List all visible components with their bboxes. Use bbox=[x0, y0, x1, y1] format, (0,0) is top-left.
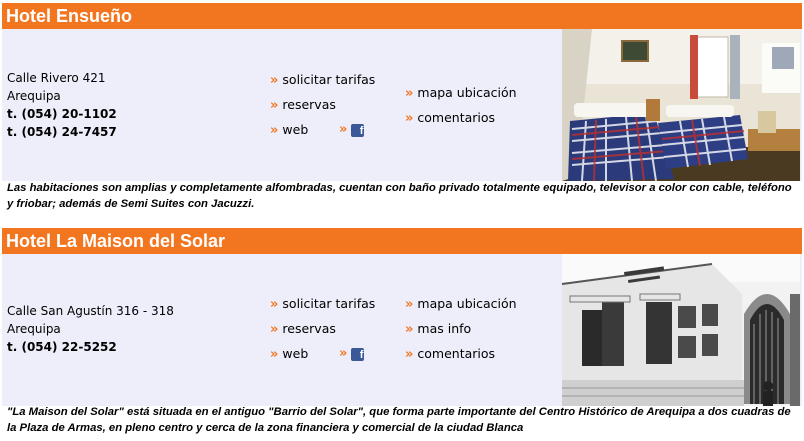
link-label: solicitar tarifas bbox=[282, 296, 376, 311]
facebook-icon: f bbox=[351, 124, 365, 137]
link-reservas[interactable]: » reservas bbox=[270, 97, 336, 113]
arrow-icon: » bbox=[270, 322, 279, 337]
arrow-icon: » bbox=[270, 123, 279, 138]
link-label: comentarios bbox=[417, 346, 496, 361]
link-label: reservas bbox=[282, 97, 336, 112]
link-web[interactable]: » web bbox=[270, 122, 308, 138]
hotel-room-photo bbox=[562, 29, 800, 181]
facebook-link[interactable]: » f bbox=[339, 345, 365, 361]
arrow-icon: » bbox=[405, 347, 414, 362]
hotel-listing-ensueno: Hotel Ensueño Calle Rivero 421 Arequipa … bbox=[0, 3, 804, 213]
arrow-icon: » bbox=[405, 322, 414, 337]
hotel-address: Calle Rivero 421 Arequipa t. (054) 20-11… bbox=[7, 69, 117, 141]
phone-1: t. (054) 22-5252 bbox=[7, 340, 117, 354]
hotel-listing-maison-del-solar: Hotel La Maison del Solar Calle San Agus… bbox=[0, 228, 804, 438]
link-mapa-ubicacion[interactable]: » mapa ubicación bbox=[405, 85, 517, 101]
hotel-title: Hotel Ensueño bbox=[2, 3, 802, 29]
link-reservas[interactable]: » reservas bbox=[270, 321, 336, 337]
phone-2: t. (054) 24-7457 bbox=[7, 125, 117, 139]
link-label: solicitar tarifas bbox=[282, 72, 376, 87]
link-solicitar-tarifas[interactable]: » solicitar tarifas bbox=[270, 72, 375, 88]
link-label: web bbox=[282, 122, 309, 137]
address-city: Arequipa bbox=[7, 322, 61, 336]
link-mas-info[interactable]: » mas info bbox=[405, 321, 471, 337]
link-label: mapa ubicación bbox=[417, 296, 517, 311]
hotel-address: Calle San Agustín 316 - 318 Arequipa t. … bbox=[7, 302, 174, 356]
hotel-description: Las habitaciones son amplias y completam… bbox=[7, 182, 792, 210]
link-label: reservas bbox=[282, 321, 336, 336]
facebook-icon: f bbox=[351, 348, 365, 361]
hotel-card: Calle Rivero 421 Arequipa t. (054) 20-11… bbox=[2, 29, 802, 181]
arrow-icon: » bbox=[270, 347, 279, 362]
hotel-title: Hotel La Maison del Solar bbox=[2, 228, 802, 254]
arrow-icon: » bbox=[270, 297, 279, 312]
arrow-icon: » bbox=[405, 86, 414, 101]
arrow-icon: » bbox=[270, 73, 279, 88]
arrow-icon: » bbox=[270, 98, 279, 113]
link-label: web bbox=[282, 346, 309, 361]
arrow-icon: » bbox=[405, 297, 414, 312]
link-mapa-ubicacion[interactable]: » mapa ubicación bbox=[405, 296, 517, 312]
address-street: Calle San Agustín 316 - 318 bbox=[7, 304, 174, 318]
hotel-card: Calle San Agustín 316 - 318 Arequipa t. … bbox=[2, 254, 802, 406]
link-label: comentarios bbox=[417, 110, 496, 125]
hotel-description: "La Maison del Solar" está situada en el… bbox=[7, 406, 791, 434]
link-label: mas info bbox=[417, 321, 472, 336]
link-label: mapa ubicación bbox=[417, 85, 517, 100]
link-comentarios[interactable]: » comentarios bbox=[405, 110, 495, 126]
arrow-icon: » bbox=[339, 122, 348, 137]
arrow-icon: » bbox=[405, 111, 414, 126]
arrow-icon: » bbox=[339, 346, 348, 361]
hotel-facade-photo bbox=[562, 254, 800, 406]
link-solicitar-tarifas[interactable]: » solicitar tarifas bbox=[270, 296, 375, 312]
link-comentarios[interactable]: » comentarios bbox=[405, 346, 495, 362]
phone-1: t. (054) 20-1102 bbox=[7, 107, 117, 121]
address-city: Arequipa bbox=[7, 89, 61, 103]
link-web[interactable]: » web bbox=[270, 346, 308, 362]
address-street: Calle Rivero 421 bbox=[7, 71, 106, 85]
facebook-link[interactable]: » f bbox=[339, 121, 365, 137]
